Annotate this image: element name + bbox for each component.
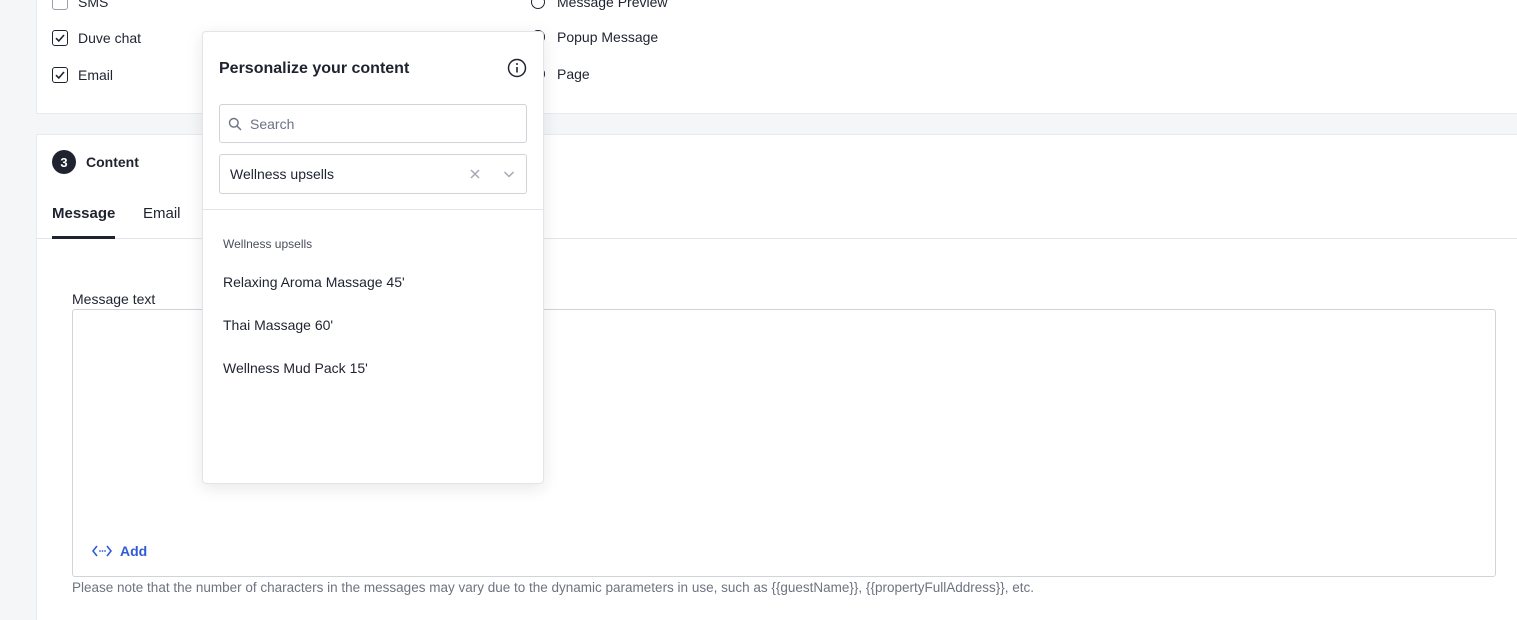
tab-email[interactable]: Email [143, 205, 181, 222]
clear-icon[interactable] [468, 167, 482, 181]
duve-chat-checkbox[interactable] [52, 30, 68, 46]
sms-label: SMS [78, 0, 109, 10]
step-badge: 3 [52, 150, 76, 174]
display-popup-message[interactable]: Popup Message [531, 29, 658, 45]
option-item[interactable]: Relaxing Aroma Massage 45' [223, 274, 405, 290]
section-title: Content [86, 154, 139, 170]
duve-chat-label: Duve chat [78, 30, 142, 46]
search-icon [228, 117, 242, 131]
popover-divider [203, 209, 543, 210]
popover-search[interactable] [219, 104, 527, 143]
popup-message-label: Popup Message [557, 29, 659, 45]
message-text-label: Message text [72, 291, 156, 307]
page-label: Page [557, 66, 590, 82]
display-message-preview[interactable]: Message Preview [531, 0, 668, 10]
info-icon[interactable] [507, 58, 527, 78]
sms-checkbox[interactable] [52, 0, 68, 10]
chevron-down-icon[interactable] [502, 167, 516, 181]
search-input[interactable] [250, 115, 510, 132]
message-preview-label: Message Preview [557, 0, 668, 10]
character-note: Please note that the number of character… [72, 580, 1035, 595]
option-group-label: Wellness upsells [223, 237, 313, 251]
tab-message[interactable]: Message [52, 205, 115, 222]
channel-duve-chat[interactable]: Duve chat [52, 30, 141, 46]
email-label: Email [78, 67, 114, 83]
channel-sms[interactable]: SMS [52, 0, 108, 10]
channel-email[interactable]: Email [52, 67, 113, 83]
message-preview-radio[interactable] [531, 0, 545, 9]
popover-title: Personalize your content [219, 60, 410, 77]
personalize-popover: Personalize your content Wellness upsell… [202, 31, 544, 484]
category-select-value: Wellness upsells [230, 166, 335, 182]
option-item[interactable]: Wellness Mud Pack 15' [223, 360, 368, 376]
code-icon [92, 545, 112, 557]
check-icon [55, 34, 65, 43]
email-checkbox[interactable] [52, 67, 68, 83]
active-tab-indicator [52, 236, 115, 239]
option-item[interactable]: Thai Massage 60' [223, 317, 333, 333]
category-select[interactable]: Wellness upsells [219, 154, 527, 194]
add-label: Add [120, 543, 148, 559]
check-icon [55, 71, 65, 80]
add-dynamic-param-button[interactable]: Add [92, 543, 147, 559]
